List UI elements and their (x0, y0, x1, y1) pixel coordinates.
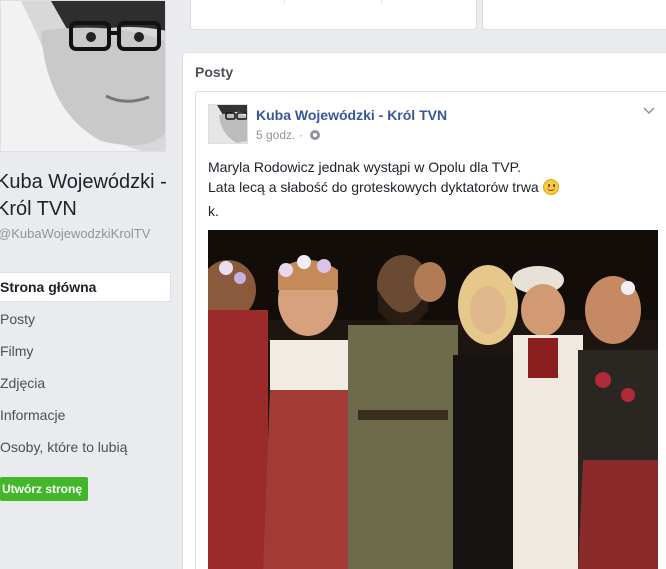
post-timestamp[interactable]: 5 godz. (256, 128, 295, 142)
profile-picture[interactable] (0, 0, 166, 152)
post-text-line-2: Lata lecą a słabość do groteskowych dykt… (208, 179, 539, 195)
post-meta: 5 godz. · (256, 128, 321, 142)
avatar-image (209, 105, 247, 143)
top-side-box (482, 0, 666, 30)
post-photo[interactable] (208, 230, 658, 569)
posts-heading: Posty (195, 64, 234, 80)
nav-item-posts[interactable]: Posty (0, 304, 171, 336)
left-column: Kuba Wojewódzki - Król TVN @KubaWojewodz… (0, 0, 180, 569)
smile-icon (542, 179, 559, 195)
globe-icon (310, 130, 321, 140)
post-text-line-1: Maryla Rodowicz jednak wystąpi w Opolu d… (208, 159, 522, 175)
post-signature: k. (208, 203, 219, 219)
nav-item-likes[interactable]: Osoby, które to lubią (0, 432, 171, 464)
page-handle[interactable]: @KubaWojewodzkiKrolTV (0, 226, 150, 241)
post-text-line-2-wrap: Lata lecą a słabość do groteskowych dykt… (208, 177, 638, 197)
nav-item-photos[interactable]: Zdjęcia (0, 368, 171, 400)
top-action-box (190, 0, 477, 30)
nav-item-videos[interactable]: Filmy (0, 336, 171, 368)
page-nav: Strona główna Posty Filmy Zdjęcia Inform… (0, 272, 171, 464)
create-page-button[interactable]: Utwórz stronę (0, 477, 88, 501)
post-author-avatar[interactable] (208, 104, 248, 144)
post-photo-image (208, 230, 658, 569)
posts-section: Posty Kuba Wojewódzki - Król TVN 5 godz.… (182, 52, 666, 569)
profile-photo-image (1, 1, 165, 151)
nav-item-about[interactable]: Informacje (0, 400, 171, 432)
chevron-down-icon[interactable] (643, 104, 655, 116)
post-author-link[interactable]: Kuba Wojewódzki - Król TVN (256, 107, 447, 123)
post-card: Kuba Wojewódzki - Król TVN 5 godz. · Mar… (195, 91, 666, 569)
nav-item-home[interactable]: Strona główna (0, 272, 171, 302)
page-title[interactable]: Kuba Wojewódzki - Król TVN (0, 169, 171, 223)
post-message: Maryla Rodowicz jednak wystąpi w Opolu d… (208, 157, 638, 197)
